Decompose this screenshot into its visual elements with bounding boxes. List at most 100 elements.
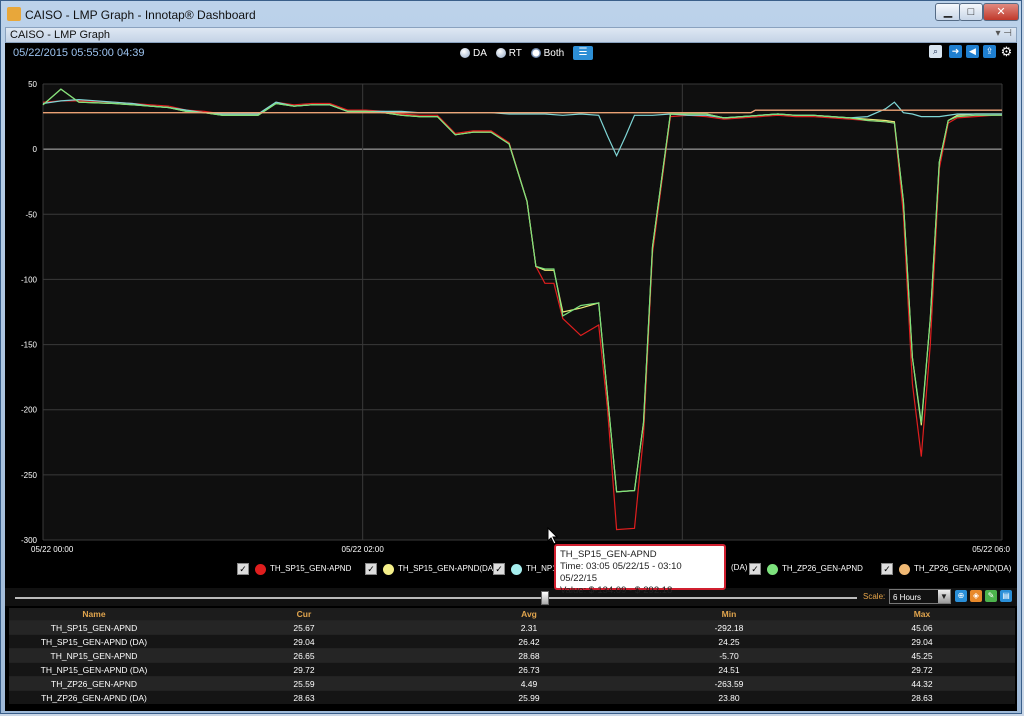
table-cell: TH_NP15_GEN-APND (DA): [9, 662, 179, 677]
list-view-button[interactable]: ☰: [572, 46, 593, 60]
table-body: TH_SP15_GEN-APND 25.67 2.31 -292.18 45.06 TH_…: [9, 620, 1015, 704]
column-header-max[interactable]: Max: [829, 608, 1015, 621]
legend-swatch: [767, 563, 778, 575]
alert-icon[interactable]: ◈: [970, 590, 982, 602]
table-row[interactable]: TH_ZP26_GEN-APND 25.59 4.49 -263.59 44.32: [9, 676, 1015, 691]
timestamp: 05/22/2015 05:55:00 04:39: [13, 47, 145, 59]
maximize-button[interactable]: □: [959, 3, 983, 21]
back-icon[interactable]: ◀: [966, 45, 979, 58]
app-icon: [7, 7, 21, 21]
column-header-name[interactable]: Name: [9, 608, 179, 621]
title-bar[interactable]: CAISO - LMP Graph - Innotap® Dashboard ▁…: [1, 1, 1021, 27]
column-header-cur[interactable]: Cur: [179, 608, 429, 621]
table-cell: 25.99: [429, 690, 629, 704]
time-slider-thumb[interactable]: [541, 591, 549, 605]
table-cell: 28.63: [179, 690, 429, 704]
table-cell: 45.25: [829, 648, 1015, 663]
table-cell: 25.59: [179, 676, 429, 691]
table-cell: 44.32: [829, 676, 1015, 691]
chart-tooltip: TH_SP15_GEN-APND Time: 03:05 05/22/15 - …: [554, 544, 726, 596]
legend-swatch: [511, 563, 522, 575]
table-cell: 29.72: [179, 662, 429, 677]
table-row[interactable]: TH_SP15_GEN-APND 25.67 2.31 -292.18 45.06: [9, 620, 1015, 635]
radio-both[interactable]: [530, 48, 541, 58]
table-cell: 28.68: [429, 648, 629, 663]
table-cell: 24.51: [629, 662, 829, 677]
link-icon[interactable]: ⊕: [955, 590, 967, 602]
tooltip-time: Time: 03:05 05/22/15 - 03:10 05/22/15: [560, 561, 682, 584]
x-tick-label: 05/22 06:0: [972, 545, 1010, 554]
legend-label: TH_NP1: [526, 564, 557, 574]
y-tick-label: 0: [33, 145, 38, 154]
tooltip-value: Value: $-134.09 - $-292.18: [560, 585, 673, 596]
tooltip-series-name: TH_SP15_GEN-APND: [560, 549, 657, 560]
table-cell: -292.18: [629, 620, 829, 635]
edit-icon[interactable]: ✎: [985, 590, 997, 602]
gear-icon[interactable]: ⚙: [1000, 45, 1013, 58]
legend-item-sp15-da[interactable]: ✓ TH_SP15_GEN-APND(DA): [365, 563, 496, 575]
column-header-min[interactable]: Min: [629, 608, 829, 621]
table-row[interactable]: TH_SP15_GEN-APND (DA) 29.04 26.42 24.25 29.0…: [9, 634, 1015, 649]
legend-checkbox[interactable]: ✓: [493, 563, 505, 575]
table-cell: TH_SP15_GEN-APND: [9, 620, 179, 635]
legend-label: TH_ZP26_GEN-APND(DA): [914, 564, 1012, 574]
legend-item-sp15[interactable]: ✓ TH_SP15_GEN-APND: [237, 563, 351, 575]
legend-swatch: [383, 563, 394, 575]
table-cell: 25.67: [179, 620, 429, 635]
x-tick-label: 05/22 00:00: [31, 545, 74, 554]
table-header-row: Name Cur Avg Min Max: [9, 608, 1015, 621]
panel-title: CAISO - LMP Graph: [10, 29, 111, 41]
y-tick-label: -150: [21, 341, 38, 350]
y-axis: 50 0 -50 -100 -150 -200 -250 -300: [21, 80, 38, 545]
window-title: CAISO - LMP Graph - Innotap® Dashboard: [25, 8, 256, 22]
close-button[interactable]: ✕: [983, 3, 1019, 21]
table-cell: -5.70: [629, 648, 829, 663]
table-cell: 26.65: [179, 648, 429, 663]
legend-checkbox[interactable]: ✓: [365, 563, 377, 575]
legend-checkbox[interactable]: ✓: [881, 563, 893, 575]
time-slider-track[interactable]: [15, 597, 857, 599]
table-cell: 29.04: [179, 634, 429, 649]
table-cell: 45.06: [829, 620, 1015, 635]
scale-select[interactable]: 6 Hours ▼: [889, 589, 951, 604]
y-tick-label: -300: [21, 536, 38, 545]
panel-pin-icon[interactable]: ▾ ⊣: [995, 28, 1012, 39]
export-icon[interactable]: ⇪: [983, 45, 996, 58]
table-cell: 23.80: [629, 690, 829, 704]
table-row[interactable]: TH_NP15_GEN-APND 26.65 28.68 -5.70 45.25: [9, 648, 1015, 663]
app-window: CAISO - LMP Graph - Innotap® Dashboard ▁…: [0, 0, 1022, 714]
minimize-button[interactable]: ▁: [935, 3, 961, 21]
column-header-avg[interactable]: Avg: [429, 608, 629, 621]
legend-item-np15-da[interactable]: (DA): [731, 563, 747, 572]
y-tick-label: -200: [21, 406, 38, 415]
legend-label: TH_SP15_GEN-APND: [270, 564, 352, 574]
radio-rt[interactable]: [495, 48, 506, 58]
panel-header: CAISO - LMP Graph ▾ ⊣: [5, 27, 1017, 43]
mouse-cursor-icon: [547, 527, 559, 545]
table-cell: TH_ZP26_GEN-APND (DA): [9, 690, 179, 704]
legend-item-zp26[interactable]: ✓ TH_ZP26_GEN-APND: [749, 563, 863, 575]
radio-da[interactable]: [460, 48, 470, 58]
forward-icon[interactable]: ➜: [949, 45, 962, 58]
legend-checkbox[interactable]: ✓: [237, 563, 249, 575]
time-slider-bar: Scale: 6 Hours ▼ ⊕ ◈ ✎ ▤: [5, 588, 1017, 606]
table-cell: TH_NP15_GEN-APND: [9, 648, 179, 663]
plot-area: [43, 84, 1002, 540]
radio-rt-label: RT: [508, 47, 522, 59]
lmp-chart[interactable]: 500-50-100-150-200-250-300 05/22 00:00 05…: [5, 79, 1017, 559]
legend-item-np15[interactable]: ✓ TH_NP1: [493, 563, 557, 575]
chart-grid: [42, 83, 1003, 541]
table-icon[interactable]: ▤: [1000, 590, 1012, 602]
table-cell: 26.42: [429, 634, 629, 649]
x-axis: 05/22 00:00 05/22 02:00 05/22 06:0: [31, 545, 1011, 554]
radio-da-label: DA: [473, 47, 487, 59]
legend-checkbox[interactable]: ✓: [749, 563, 761, 575]
table-cell: 26.73: [429, 662, 629, 677]
table-row[interactable]: TH_ZP26_GEN-APND (DA) 28.63 25.99 23.80 28.6…: [9, 690, 1015, 704]
chevron-down-icon[interactable]: ▼: [938, 590, 950, 603]
legend-label: TH_ZP26_GEN-APND: [782, 564, 863, 574]
legend-item-zp26-da[interactable]: ✓ TH_ZP26_GEN-APND(DA): [881, 563, 1011, 575]
table-cell: 24.25: [629, 634, 829, 649]
zoom-icon[interactable]: ⌕: [929, 45, 942, 58]
table-row[interactable]: TH_NP15_GEN-APND (DA) 29.72 26.73 24.51 29.7…: [9, 662, 1015, 677]
